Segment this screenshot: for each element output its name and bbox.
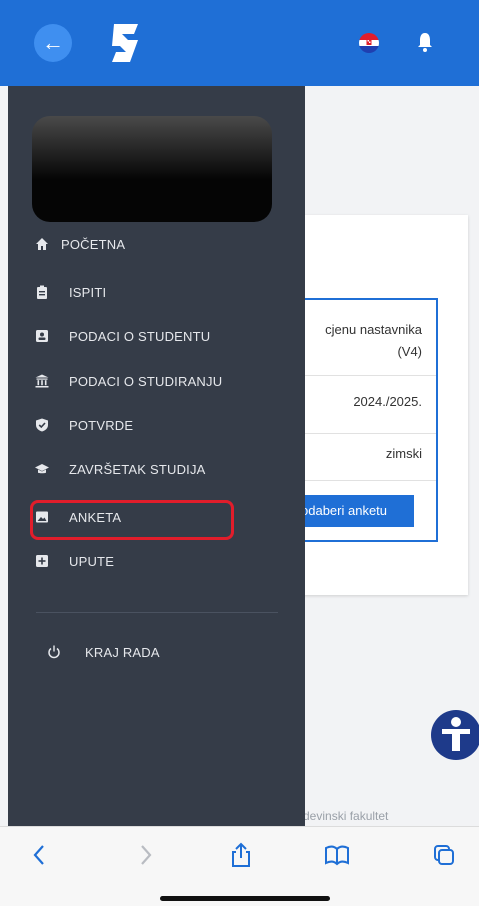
sidebar-item-upute[interactable]: UPUTE (35, 546, 114, 576)
sidebar-item-label: ZAVRŠETAK STUDIJA (69, 461, 206, 477)
browser-toolbar (0, 826, 479, 906)
footer-text: devinski fakultet (303, 809, 389, 823)
row-divider (282, 433, 436, 434)
power-icon (47, 645, 61, 659)
row-divider (282, 480, 436, 481)
survey-version-value: (V4) (397, 344, 422, 359)
home-icon (35, 237, 49, 251)
sidebar-item-potvrde[interactable]: POTVRDE (35, 410, 133, 440)
app-logo-icon[interactable] (108, 22, 142, 64)
logout-button[interactable]: KRAJ RADA (47, 637, 160, 667)
sidebar-item-podaci-o-studiranju[interactable]: PODACI O STUDIRANJU (35, 366, 222, 396)
sidebar-item-zavrsetak-studija[interactable]: ZAVRŠETAK STUDIJA (35, 454, 206, 484)
id-card-icon (35, 329, 49, 343)
academic-year-value: 2024./2025. (353, 394, 422, 409)
user-profile-redacted (32, 116, 272, 222)
accessibility-icon[interactable] (431, 710, 479, 760)
sidebar-divider (36, 612, 278, 613)
sidebar-item-ispiti[interactable]: ISPITI (35, 277, 106, 307)
tabs-icon[interactable] (430, 841, 458, 869)
selection-highlight (30, 500, 234, 540)
sidebar-item-label: UPUTE (69, 553, 115, 569)
chevron-left-icon[interactable] (26, 841, 54, 869)
top-app-bar: ← (0, 0, 479, 86)
choose-survey-button[interactable]: odaberi anketu (298, 495, 414, 527)
sidebar-item-pocetna[interactable]: POČETNA (35, 229, 125, 259)
shield-check-icon (35, 418, 49, 432)
sidebar-item-label: ISPITI (69, 284, 107, 300)
university-icon (35, 374, 49, 388)
arrow-left-icon[interactable]: ← (34, 24, 72, 62)
sidebar-item-label: PODACI O STUDIRANJU (69, 373, 223, 389)
clipboard-icon (35, 285, 49, 299)
logout-label: KRAJ RADA (85, 644, 160, 660)
sidebar-item-label: POTVRDE (69, 417, 134, 433)
bookmarks-icon[interactable] (323, 841, 351, 869)
survey-type-value: cjenu nastavnika (325, 322, 422, 337)
graduation-cap-icon (35, 462, 49, 476)
croatia-flag-icon[interactable] (359, 33, 379, 53)
bell-icon[interactable] (416, 31, 434, 53)
row-divider (282, 375, 436, 376)
chevron-right-icon[interactable] (131, 841, 159, 869)
plus-square-icon (35, 554, 49, 568)
semester-value: zimski (385, 446, 422, 461)
home-indicator (160, 896, 330, 901)
sidebar-item-label: POČETNA (61, 236, 126, 252)
sidebar-item-label: PODACI O STUDENTU (69, 328, 211, 344)
sidebar-item-podaci-o-studentu[interactable]: PODACI O STUDENTU (35, 321, 210, 351)
share-icon[interactable] (227, 841, 255, 869)
